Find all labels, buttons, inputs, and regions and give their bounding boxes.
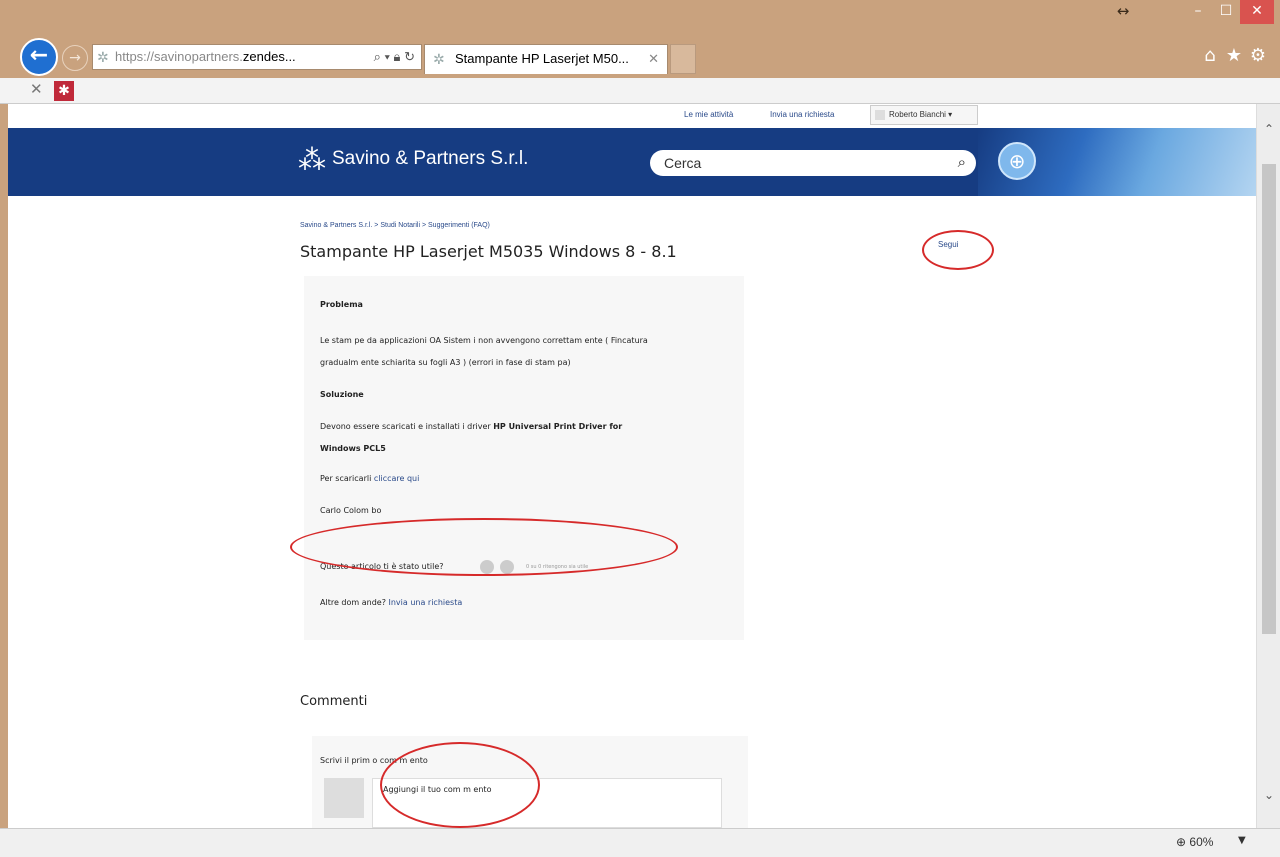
scroll-thumb[interactable] [1262, 164, 1276, 634]
top-links: Le mie attività Invia una richiesta Robe… [8, 104, 1264, 128]
tab-active[interactable]: ✲ Stampante HP Laserjet M50... ✕ [424, 44, 668, 74]
search-input[interactable]: Cerca ⌕ [650, 150, 976, 176]
scroll-up-icon[interactable]: ⌃ [1257, 122, 1280, 138]
favorites-bar: ✕ ✱ [0, 78, 1280, 104]
brand-name[interactable]: Savino & Partners S.r.l. [332, 148, 528, 170]
back-button[interactable]: ← [20, 38, 58, 76]
download-text: Per scaricarli [320, 474, 374, 483]
article-author: Carlo Colom bo [320, 506, 382, 515]
new-tab-button[interactable] [670, 44, 696, 74]
problem-line-1: Le stam pe da applicazioni OA Sistem i n… [320, 336, 648, 345]
header-banner: ⊕ ⁂ Savino & Partners S.r.l. Cerca ⌕ [8, 128, 1264, 196]
lock-icon[interactable]: 🔒︎ [394, 49, 401, 64]
search-icon[interactable]: ⌕ [958, 150, 966, 176]
submit-request-link[interactable]: Invia una richiesta [770, 110, 834, 119]
favorites-star-icon[interactable]: ★ [1222, 44, 1246, 68]
address-bar[interactable]: ✲ https://savinopartners.zendes... ⌕ ▾ 🔒… [92, 44, 422, 70]
solution-line-2: Windows PCL5 [320, 444, 386, 453]
search-placeholder: Cerca [664, 155, 702, 171]
problem-heading: Problema [320, 300, 363, 309]
gear-icon[interactable]: ⚙ [1246, 44, 1270, 68]
close-bar-icon[interactable]: ✕ [30, 80, 43, 98]
close-window-button[interactable]: ✕ [1240, 0, 1274, 24]
tab-favicon-icon: ✲ [433, 51, 445, 67]
scrollbar[interactable]: ⌃ ⌄ [1256, 104, 1280, 828]
solution-text: Devono essere scaricati e installati i d… [320, 422, 494, 431]
user-menu[interactable]: Roberto Bianchi ▾ [870, 105, 978, 125]
page-viewport: Le mie attività Invia una richiesta Robe… [8, 104, 1264, 828]
url-prefix: https://savinopartners. [115, 49, 243, 64]
window-titlebar: ↔ – ☐ ✕ ← → ✲ https://savinopartners.zen… [0, 0, 1280, 78]
banner-graphic: ⊕ [978, 128, 1264, 196]
tab-title: Stampante HP Laserjet M50... [455, 51, 629, 66]
url-domain: zendes... [242, 49, 296, 64]
site-favicon-icon: ✲ [97, 49, 109, 65]
my-activities-link[interactable]: Le mie attività [684, 110, 733, 119]
minimize-button[interactable]: – [1184, 0, 1212, 24]
maximize-button[interactable]: ☐ [1212, 0, 1240, 24]
zoom-level[interactable]: ⊕ 60% [1176, 835, 1213, 849]
download-line: Per scaricarli cliccare qui [320, 474, 419, 483]
submit-request-link-article[interactable]: Invia una richiesta [388, 598, 462, 607]
zoom-dropdown-icon[interactable]: ▼ [1238, 835, 1246, 846]
problem-line-2: gradualm ente schiarita su fogli A3 ) (e… [320, 358, 571, 367]
status-bar: ⊕ 60% ▼ [0, 828, 1280, 857]
other-questions: Altre dom ande? Invia una richiesta [320, 598, 462, 607]
resize-icon[interactable]: ↔ [1110, 0, 1136, 24]
page-title: Stampante HP Laserjet M5035 Windows 8 - … [300, 242, 677, 261]
article-body: Problema Le stam pe da applicazioni OA S… [304, 276, 744, 640]
tab-close-icon[interactable]: ✕ [648, 45, 659, 73]
address-actions[interactable]: ⌕ ▾ 🔒︎ ↻ [374, 45, 415, 69]
home-icon[interactable]: ⌂ [1198, 44, 1222, 68]
avatar [324, 778, 364, 818]
other-questions-text: Altre dom ande? [320, 598, 389, 607]
forward-button[interactable]: → [62, 45, 88, 71]
search-dropdown-icon[interactable]: ⌕ ▾ [374, 49, 390, 64]
brand-logo-icon[interactable]: ⁂ [298, 146, 326, 174]
zoom-icon: ⊕ [1176, 835, 1187, 849]
solution-line-1: Devono essere scaricati e installati i d… [320, 422, 622, 431]
avatar [875, 110, 885, 120]
highlight-circle [922, 230, 994, 270]
comments-title: Commenti [300, 694, 368, 709]
user-name: Roberto Bianchi [889, 110, 946, 119]
breadcrumb[interactable]: Savino & Partners S.r.l. > Studi Notaril… [300, 222, 490, 229]
driver-name: HP Universal Print Driver for [493, 422, 623, 431]
solution-heading: Soluzione [320, 390, 364, 399]
zoom-value: 60% [1189, 835, 1214, 849]
download-link[interactable]: cliccare qui [374, 474, 420, 483]
refresh-icon[interactable]: ↻ [404, 49, 415, 64]
highlight-circle [290, 518, 678, 576]
scroll-down-icon[interactable]: ⌄ [1257, 788, 1280, 804]
addon-icon[interactable]: ✱ [54, 81, 74, 101]
highlight-circle [380, 742, 540, 828]
globe-icon: ⊕ [998, 142, 1036, 180]
